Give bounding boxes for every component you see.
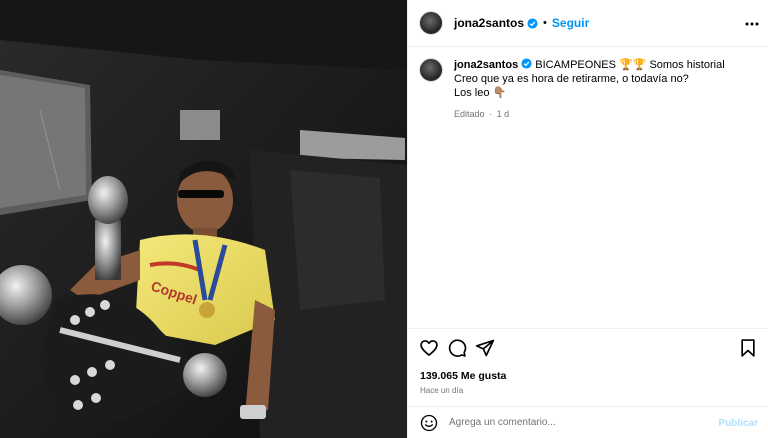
smiley-icon[interactable] xyxy=(420,414,438,432)
caption-age[interactable]: 1 d xyxy=(497,109,510,119)
post-photo[interactable]: Coppel xyxy=(0,0,407,438)
share-icon[interactable] xyxy=(475,338,495,358)
post-header: jona2santos • Seguir xyxy=(408,0,768,47)
more-horizontal-icon[interactable] xyxy=(745,17,759,31)
caption-line-1: BICAMPEONES 🏆🏆 Somos historial xyxy=(535,59,725,71)
post-side-panel: jona2santos • Seguir jona2santos BICAMPE… xyxy=(407,0,768,438)
photo-illustration: Coppel xyxy=(0,0,407,438)
author-avatar[interactable] xyxy=(419,11,443,35)
action-icons xyxy=(408,338,768,360)
caption-meta: Editado · 1 d xyxy=(454,107,754,121)
comment-input[interactable] xyxy=(449,417,699,428)
instagram-post: Coppel jona2santos • Seguir jona2santos … xyxy=(0,0,768,438)
verified-badge-icon xyxy=(527,17,538,29)
heart-icon[interactable] xyxy=(419,338,439,358)
header-separator: • xyxy=(543,17,547,29)
caption-avatar[interactable] xyxy=(419,58,443,82)
comment-icon[interactable] xyxy=(447,338,467,358)
caption-username[interactable]: jona2santos xyxy=(454,59,518,71)
caption: jona2santos BICAMPEONES 🏆🏆 Somos histori… xyxy=(408,48,768,131)
follow-button[interactable]: Seguir xyxy=(552,16,589,30)
post-time[interactable]: Hace un día xyxy=(420,386,463,395)
publish-button[interactable]: Publicar xyxy=(719,418,758,429)
caption-line-2: Creo que ya es hora de retirarme, o toda… xyxy=(454,73,689,85)
verified-badge-icon xyxy=(521,58,532,69)
add-comment-bar: Publicar xyxy=(408,406,768,438)
post-actions: 139.065 Me gusta Hace un día xyxy=(408,328,768,400)
comments-section: jona2santos BICAMPEONES 🏆🏆 Somos histori… xyxy=(408,48,768,328)
likes-count[interactable]: 139.065 Me gusta xyxy=(420,370,506,382)
bookmark-icon[interactable] xyxy=(738,338,758,358)
caption-line-3: Los leo 👇🏽 xyxy=(454,87,507,99)
meta-dot: · xyxy=(489,109,493,119)
edited-label: Editado xyxy=(454,109,485,119)
author-username[interactable]: jona2santos xyxy=(454,16,524,30)
caption-body: jona2santos BICAMPEONES 🏆🏆 Somos histori… xyxy=(454,58,754,121)
